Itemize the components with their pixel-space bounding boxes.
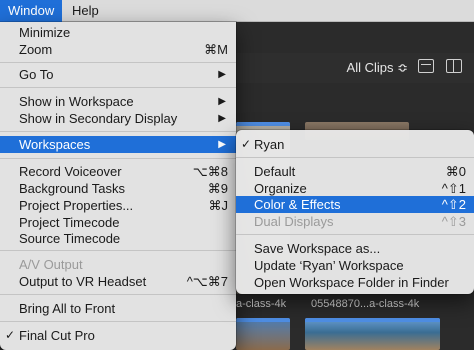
checkmark-icon: ✓ xyxy=(241,137,252,151)
menu-separator xyxy=(0,158,236,159)
clip-name: 05548870...a-class-4k xyxy=(311,298,420,310)
menu-item-label: Ryan xyxy=(254,137,285,152)
menu-separator xyxy=(0,87,236,88)
menu-item-workspace-dual-displays: Dual Displays ^⇧3 xyxy=(236,213,474,230)
menu-item-show-in-secondary-display[interactable]: Show in Secondary Display ▶ xyxy=(0,110,236,127)
menu-item-record-voiceover[interactable]: Record Voiceover ⌥⌘8 xyxy=(0,163,236,180)
shortcut-label: ^⌥⌘7 xyxy=(186,274,228,289)
menu-item-workspace-ryan[interactable]: ✓ Ryan xyxy=(236,136,474,153)
menu-item-project-properties[interactable]: Project Properties... ⌘J xyxy=(0,197,236,214)
menu-separator xyxy=(0,250,236,251)
menu-item-workspace-organize[interactable]: Organize ^⇧1 xyxy=(236,180,474,197)
menu-item-label: Open Workspace Folder in Finder xyxy=(254,275,449,290)
menu-separator xyxy=(236,234,474,235)
menu-window[interactable]: Window xyxy=(0,0,63,22)
menu-item-workspace-color-effects[interactable]: Color & Effects ^⇧2 xyxy=(236,196,474,213)
menu-item-label: Organize xyxy=(254,181,307,196)
menu-separator xyxy=(0,294,236,295)
menu-item-label: Minimize xyxy=(19,25,71,40)
shortcut-label: ⌘M xyxy=(204,42,228,57)
menu-item-label: Update ‘Ryan’ Workspace xyxy=(254,258,404,273)
menu-separator xyxy=(0,321,236,322)
clip-thumbnail[interactable] xyxy=(236,318,290,350)
filmstrip-view-icon[interactable] xyxy=(418,59,434,73)
menu-item-go-to[interactable]: Go To ▶ xyxy=(0,66,236,83)
menu-separator xyxy=(0,131,236,132)
menu-item-label: Project Properties... xyxy=(19,198,134,213)
submenu-arrow-icon: ▶ xyxy=(218,139,226,150)
menu-item-label: Save Workspace as... xyxy=(254,241,381,256)
menu-item-label: Workspaces xyxy=(19,137,91,152)
menu-item-workspaces[interactable]: Workspaces ▶ xyxy=(0,136,236,153)
shortcut-label: ^⇧1 xyxy=(441,181,466,196)
shortcut-label: ⌘J xyxy=(208,198,229,213)
menu-item-background-tasks[interactable]: Background Tasks ⌘9 xyxy=(0,180,236,197)
menu-item-source-timecode[interactable]: Source Timecode xyxy=(0,230,236,247)
menu-item-zoom[interactable]: Zoom ⌘M xyxy=(0,41,236,58)
clip-name: a-class-4k xyxy=(236,298,287,310)
menu-item-label: Zoom xyxy=(19,42,53,57)
menu-item-label: Record Voiceover xyxy=(19,164,122,179)
menu-section-av-output: A/V Output xyxy=(0,256,236,273)
menu-item-label: Bring All to Front xyxy=(19,301,116,316)
menu-item-workspace-default[interactable]: Default ⌘0 xyxy=(236,163,474,180)
clip-selection-bar xyxy=(305,318,440,322)
menu-item-update-workspace[interactable]: Update ‘Ryan’ Workspace xyxy=(236,257,474,274)
menu-item-label: Project Timecode xyxy=(19,215,120,230)
shortcut-label: ⌘0 xyxy=(445,164,466,179)
menu-separator xyxy=(236,157,474,158)
menu-section-label: A/V Output xyxy=(19,257,83,272)
menu-item-project-timecode[interactable]: Project Timecode xyxy=(0,214,236,231)
menu-item-save-workspace-as[interactable]: Save Workspace as... xyxy=(236,240,474,257)
menu-item-bring-all-to-front[interactable]: Bring All to Front xyxy=(0,300,236,317)
menu-item-label: Go To xyxy=(19,67,54,82)
menu-item-label: Default xyxy=(254,164,296,179)
menu-help[interactable]: Help xyxy=(64,0,107,22)
clips-filter-dropdown[interactable]: All Clips ≎ xyxy=(347,60,408,76)
menu-item-label: Source Timecode xyxy=(19,231,121,246)
clip-selection-bar xyxy=(236,122,290,126)
menu-item-minimize[interactable]: Minimize xyxy=(0,24,236,41)
shortcut-label: ⌘9 xyxy=(207,181,228,196)
shortcut-label: ^⇧2 xyxy=(441,197,466,212)
submenu-arrow-icon: ▶ xyxy=(218,69,226,80)
clip-thumbnail[interactable] xyxy=(305,318,440,350)
checkmark-icon: ✓ xyxy=(5,328,16,342)
menu-item-show-in-workspace[interactable]: Show in Workspace ▶ xyxy=(0,93,236,110)
window-menu: Minimize Zoom ⌘M Go To ▶ Show in Workspace… xyxy=(0,22,236,350)
menu-item-label: Output to VR Headset xyxy=(19,274,147,289)
menu-item-label: Final Cut Pro xyxy=(19,328,95,343)
menu-item-label: Background Tasks xyxy=(19,181,125,196)
menu-separator xyxy=(0,62,236,63)
menu-item-label: Show in Workspace xyxy=(19,94,134,109)
submenu-arrow-icon: ▶ xyxy=(218,113,226,124)
menu-item-label: Show in Secondary Display xyxy=(19,111,178,126)
list-view-icon[interactable] xyxy=(446,59,462,73)
shortcut-label: ^⇧3 xyxy=(441,214,466,229)
shortcut-label: ⌥⌘8 xyxy=(192,164,228,179)
menu-item-label: Color & Effects xyxy=(254,197,341,212)
workspaces-submenu: ✓ Ryan Default ⌘0 Organize ^⇧1 Color & Effe… xyxy=(236,130,474,294)
menu-item-open-workspace-folder[interactable]: Open Workspace Folder in Finder xyxy=(236,274,474,291)
menu-bar: Window Help xyxy=(0,0,474,22)
menu-item-final-cut-pro[interactable]: ✓ Final Cut Pro xyxy=(0,327,236,344)
menu-item-output-to-vr-headset[interactable]: Output to VR Headset ^⌥⌘7 xyxy=(0,273,236,290)
submenu-arrow-icon: ▶ xyxy=(218,96,226,107)
clip-selection-bar xyxy=(236,318,290,322)
menu-item-label: Dual Displays xyxy=(254,214,334,229)
